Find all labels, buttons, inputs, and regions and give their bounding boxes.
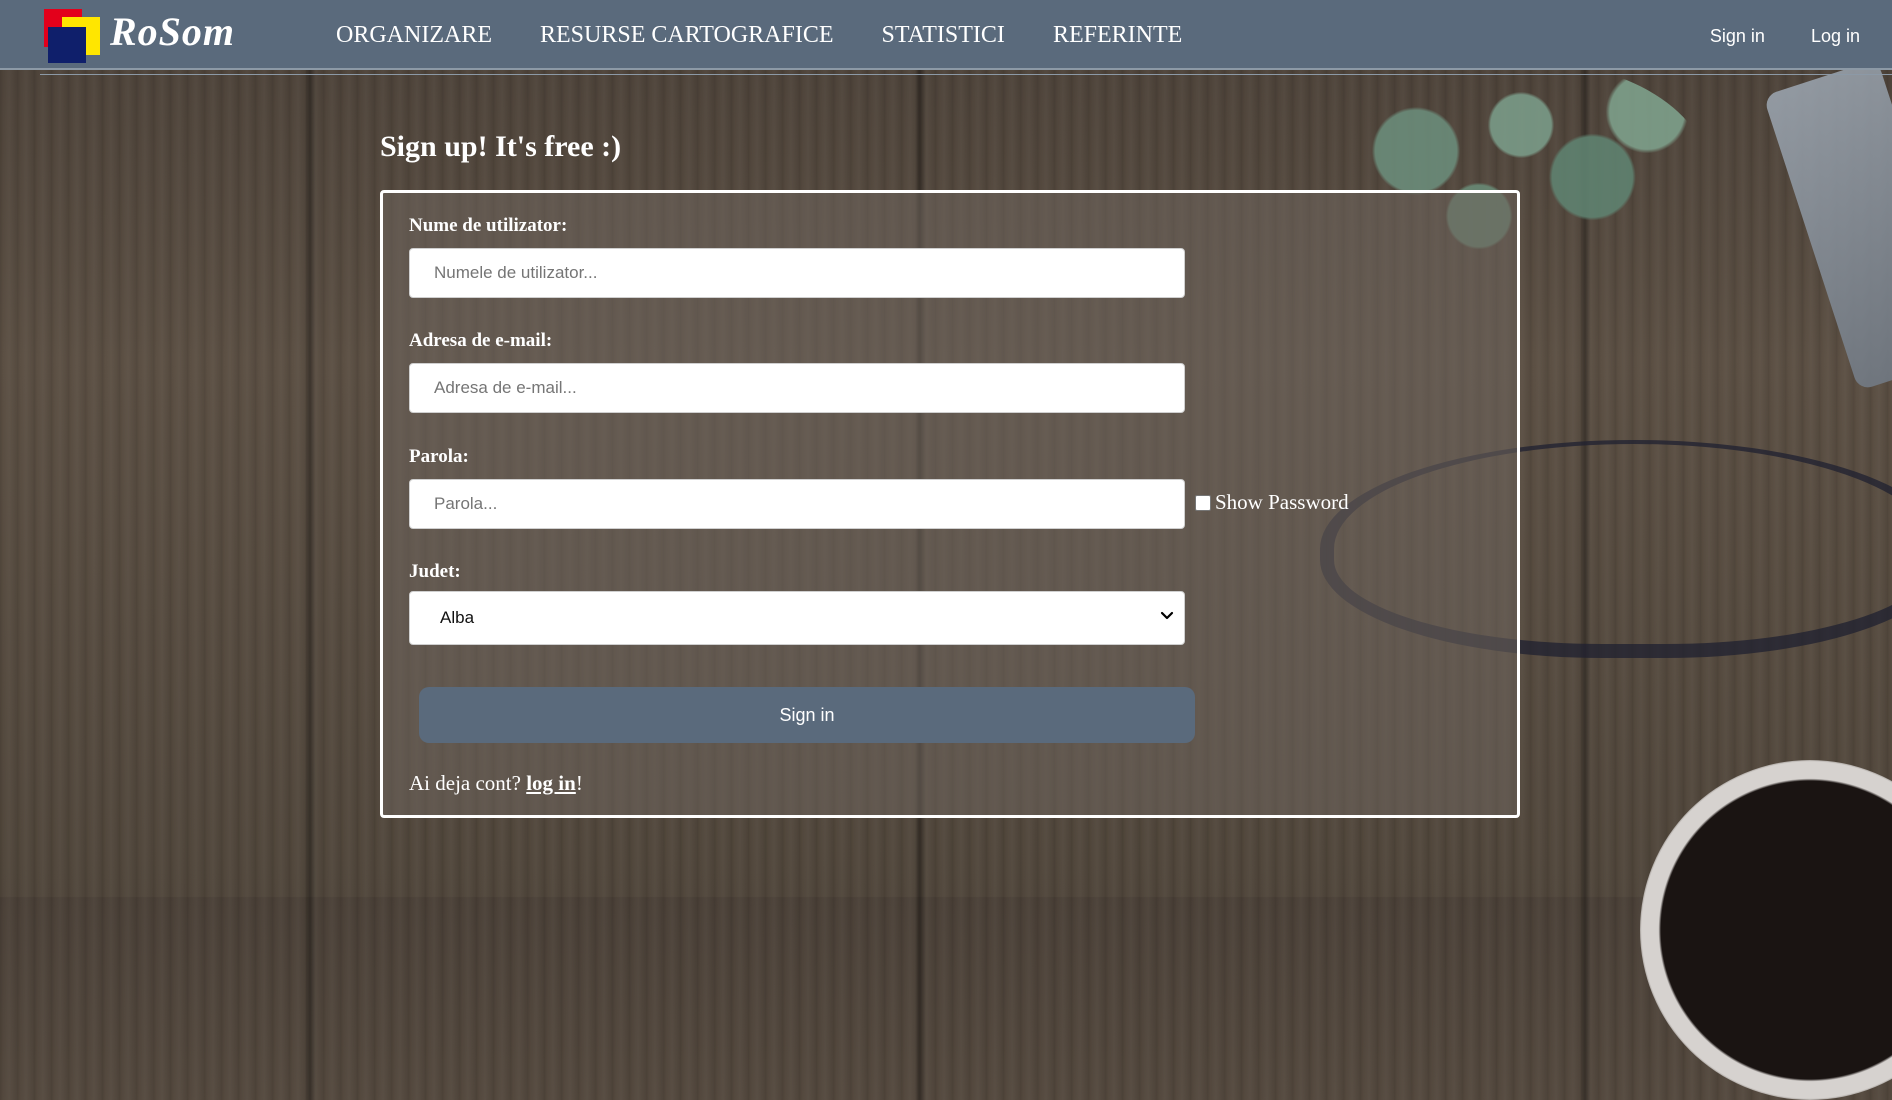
county-select[interactable]: Alba bbox=[409, 591, 1185, 645]
password-input[interactable] bbox=[409, 479, 1185, 529]
county-selected-value: Alba bbox=[440, 608, 475, 627]
nav-sign-in-link[interactable]: Sign in bbox=[1710, 26, 1765, 47]
username-label: Nume de utilizator: bbox=[409, 215, 568, 236]
logo-blue-square bbox=[48, 27, 86, 63]
page-title: Sign up! It's free :) bbox=[380, 130, 622, 163]
password-label: Parola: bbox=[409, 446, 469, 467]
username-input[interactable] bbox=[409, 248, 1185, 298]
background-coffee-cup-image bbox=[1640, 760, 1892, 1100]
brand-logo-icon[interactable] bbox=[44, 9, 102, 63]
login-prompt-suffix: ! bbox=[575, 771, 583, 795]
main-nav: ORGANIZARE RESURSE CARTOGRAFICE STATISTI… bbox=[336, 22, 1182, 49]
navbar-divider bbox=[40, 74, 1892, 75]
email-label: Adresa de e-mail: bbox=[409, 330, 553, 351]
chevron-down-icon bbox=[1160, 611, 1174, 620]
background-laptop-image bbox=[1763, 59, 1892, 391]
show-password-checkbox[interactable] bbox=[1195, 494, 1211, 511]
email-input[interactable] bbox=[409, 363, 1185, 413]
nav-link-statistici[interactable]: STATISTICI bbox=[882, 22, 1005, 49]
login-prompt-prefix: Ai deja cont? bbox=[409, 771, 527, 795]
nav-log-in-link[interactable]: Log in bbox=[1811, 26, 1860, 47]
show-password-label: Show Password bbox=[1215, 490, 1349, 514]
top-navbar: RoSom ORGANIZARE RESURSE CARTOGRAFICE ST… bbox=[0, 0, 1892, 70]
county-label: Judet: bbox=[409, 561, 461, 582]
signup-form: Nume de utilizator: Adresa de e-mail: Pa… bbox=[380, 190, 1520, 818]
login-prompt: Ai deja cont? log in! bbox=[409, 771, 583, 796]
log-in-link[interactable]: log in bbox=[526, 771, 576, 795]
nav-link-resurse-cartografice[interactable]: RESURSE CARTOGRAFICE bbox=[540, 22, 834, 49]
brand-name[interactable]: RoSom bbox=[110, 8, 235, 55]
nav-link-organizare[interactable]: ORGANIZARE bbox=[336, 22, 492, 49]
nav-link-referinte[interactable]: REFERINTE bbox=[1053, 22, 1182, 49]
show-password-toggle[interactable]: Show Password bbox=[1195, 490, 1349, 515]
auth-links: Sign in Log in bbox=[1710, 26, 1860, 47]
sign-in-button[interactable]: Sign in bbox=[419, 687, 1195, 743]
